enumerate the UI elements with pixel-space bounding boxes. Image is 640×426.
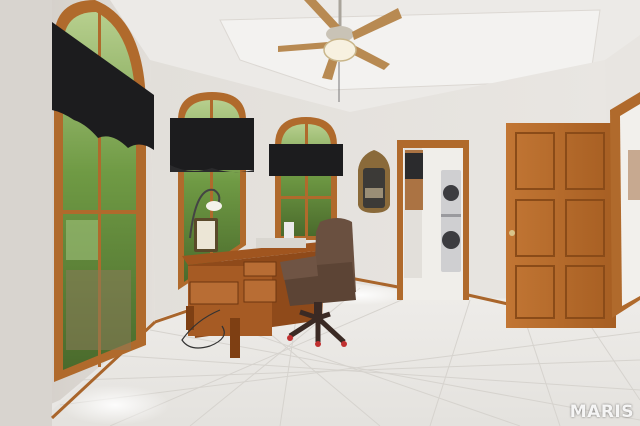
window-valance: [269, 144, 343, 176]
wall-corner: [0, 0, 52, 426]
room-photo: MARIS: [0, 0, 640, 426]
laundry-doorway: [397, 140, 469, 300]
panel-door: [506, 123, 616, 328]
watermark: MARIS: [569, 402, 634, 422]
sunlight-patch: [60, 385, 170, 425]
room-illustration: [0, 0, 640, 426]
right-door-frame: [610, 92, 640, 318]
decorative-mirror: [358, 150, 390, 213]
window-valance: [170, 118, 254, 170]
